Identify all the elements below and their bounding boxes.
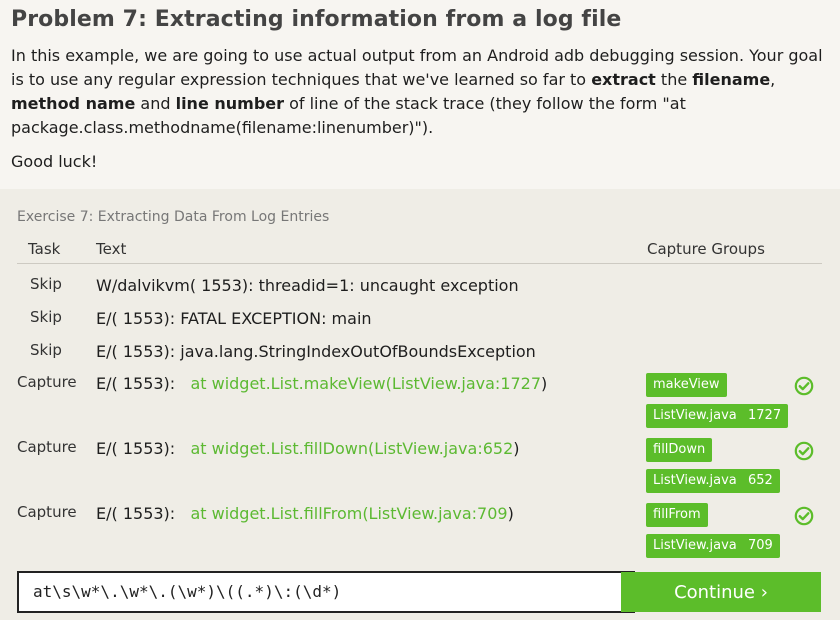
- regex-input[interactable]: [17, 571, 635, 613]
- header-divider: [17, 263, 822, 264]
- log-text: E/( 1553): at widget.List.fillFrom(ListV…: [96, 504, 514, 523]
- matched-text: at widget.List.fillFrom(ListView.java:70…: [190, 504, 508, 523]
- bold-line-number: line number: [175, 94, 285, 113]
- check-circle-icon: [794, 376, 814, 396]
- log-suffix: ): [507, 504, 514, 523]
- task-label: Capture: [17, 373, 77, 391]
- task-label: Capture: [17, 503, 77, 521]
- column-header-text: Text: [96, 240, 127, 258]
- exercise-title: Exercise 7: Extracting Data From Log Ent…: [17, 209, 330, 225]
- bold-method-name: method name: [11, 94, 136, 113]
- capture-group-line: 1727: [741, 404, 789, 428]
- log-prefix: E/( 1553):: [96, 439, 191, 458]
- log-prefix: E/( 1553):: [96, 504, 191, 523]
- bold-filename: filename: [692, 70, 771, 89]
- task-label: Skip: [30, 275, 62, 293]
- bold-extract: extract: [591, 70, 656, 89]
- intro-text: the: [655, 70, 693, 89]
- capture-group-line: 709: [741, 534, 780, 558]
- capture-group-line: 652: [741, 469, 780, 493]
- log-text: E/( 1553): at widget.List.fillDown(ListV…: [96, 439, 520, 458]
- capture-group-method: makeView: [646, 373, 727, 397]
- log-text: E/( 1553): at widget.List.makeView(ListV…: [96, 374, 547, 393]
- good-luck-text: Good luck!: [11, 152, 98, 171]
- capture-group-filename: ListView.java: [646, 469, 744, 493]
- column-header-task: Task: [28, 240, 61, 258]
- intro-text: and: [135, 94, 176, 113]
- intro-paragraph: In this example, we are going to use act…: [11, 44, 829, 140]
- capture-group-method: fillFrom: [646, 503, 708, 527]
- page-title: Problem 7: Extracting information from a…: [11, 7, 622, 32]
- capture-group-method: fillDown: [646, 438, 713, 462]
- matched-text: at widget.List.makeView(ListView.java:17…: [190, 374, 542, 393]
- check-circle-icon: [794, 506, 814, 526]
- matched-text: at widget.List.fillDown(ListView.java:65…: [190, 439, 514, 458]
- task-label: Capture: [17, 438, 77, 456]
- capture-group-filename: ListView.java: [646, 404, 744, 428]
- intro-text: ,: [770, 70, 776, 89]
- task-label: Skip: [30, 308, 62, 326]
- exercise-panel: Exercise 7: Extracting Data From Log Ent…: [0, 189, 840, 620]
- continue-button[interactable]: Continue ›: [621, 572, 821, 612]
- task-label: Skip: [30, 341, 62, 359]
- log-text: W/dalvikvm( 1553): threadid=1: uncaught …: [96, 276, 519, 295]
- log-suffix: ): [541, 374, 548, 393]
- log-text: E/( 1553): java.lang.StringIndexOutOfBou…: [96, 342, 536, 361]
- capture-group-filename: ListView.java: [646, 534, 744, 558]
- column-header-capture-groups: Capture Groups: [647, 240, 765, 258]
- log-prefix: E/( 1553):: [96, 374, 191, 393]
- log-suffix: ): [513, 439, 520, 458]
- log-text: E/( 1553): FATAL EXCEPTION: main: [96, 309, 372, 328]
- check-circle-icon: [794, 441, 814, 461]
- problem-header: Problem 7: Extracting information from a…: [0, 0, 840, 174]
